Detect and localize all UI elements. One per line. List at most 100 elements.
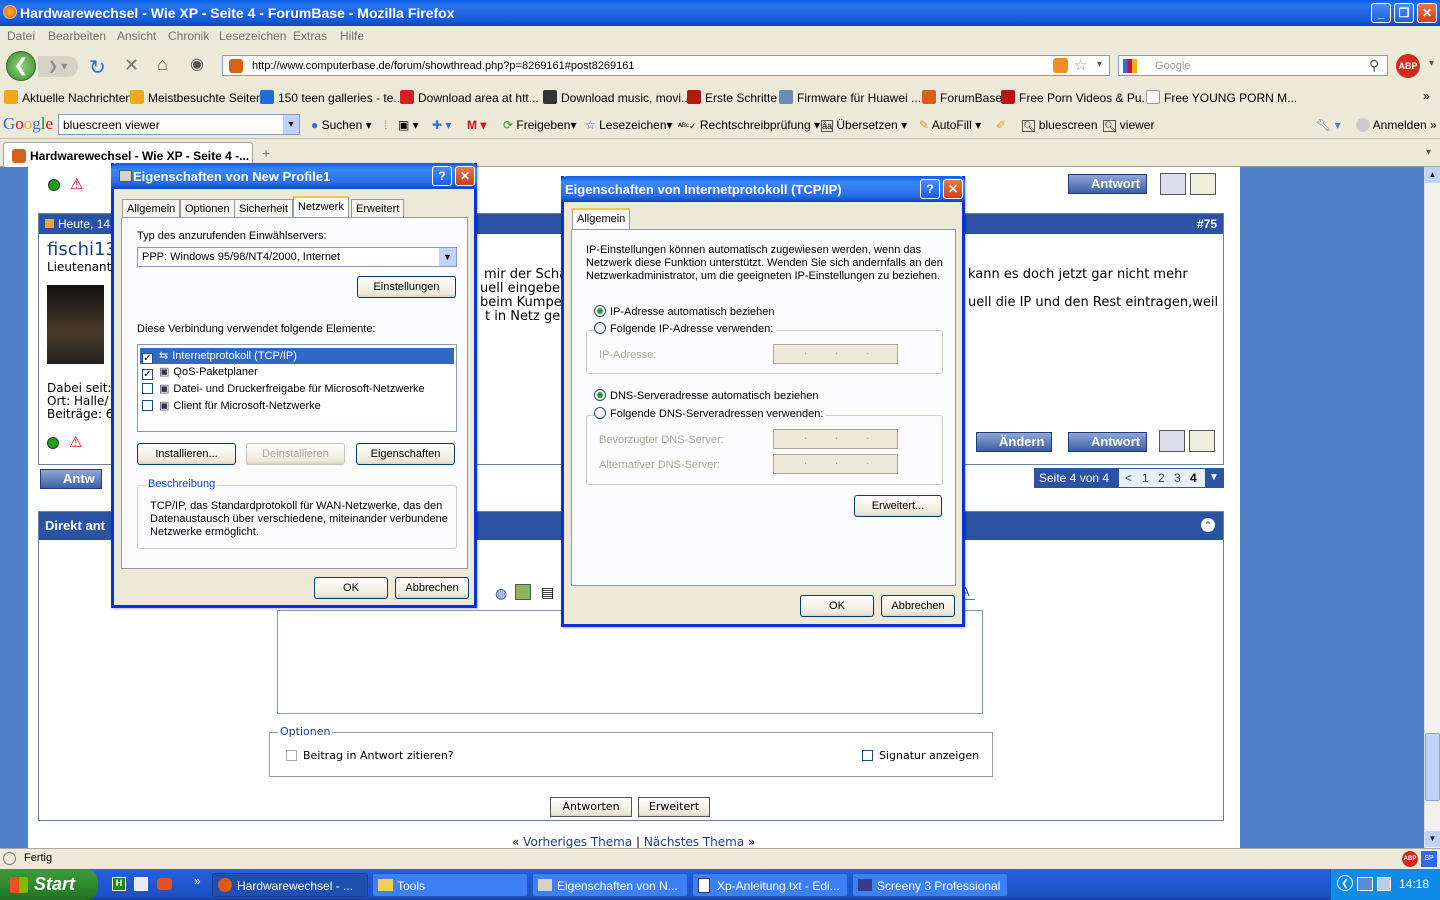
clock[interactable]: 14:18 — [1399, 877, 1429, 891]
help-button[interactable]: ? — [920, 179, 940, 199]
ok-button[interactable]: OK — [800, 595, 874, 617]
tab-sicherheit[interactable]: Sicherheit — [234, 199, 293, 217]
anmelden-button[interactable]: Anmelden — [1356, 118, 1427, 132]
page-link-4[interactable]: 4 — [1190, 471, 1197, 485]
ip-manual-radio[interactable]: Folgende IP-Adresse verwenden: — [594, 322, 777, 335]
translate-button[interactable]: åa Übersetzen ▾ — [821, 118, 907, 132]
dns-auto-radio[interactable]: DNS-Serveradresse automatisch beziehen — [594, 389, 819, 402]
post-number[interactable]: #75 — [1197, 217, 1217, 231]
erweitert-button[interactable]: Erweitert... — [854, 495, 942, 517]
installieren-button[interactable]: Installieren... — [137, 443, 236, 465]
rss-icon[interactable] — [1053, 58, 1068, 73]
bookmark-item[interactable]: Erste Schritte — [687, 90, 777, 105]
cancel-button[interactable]: Abbrechen — [881, 595, 955, 617]
antwort-button[interactable]: Antwort — [1068, 432, 1148, 452]
scroll-down-icon[interactable]: ▼ — [1425, 831, 1440, 847]
highlighter-icon[interactable]: ✐ — [996, 118, 1006, 132]
list-item[interactable]: ▣ Datei- und Druckerfreigabe für Microsof… — [140, 382, 425, 395]
google-search-field[interactable]: bluescreen viewer ▾ — [58, 114, 300, 135]
bookmark-item[interactable]: Firmware für Huawei ... — [779, 90, 921, 105]
back-button[interactable]: ❮ — [6, 51, 36, 81]
menu-ansicht[interactable]: Ansicht — [117, 29, 156, 43]
page-link-3[interactable]: 3 — [1174, 471, 1181, 485]
spellcheck-button[interactable]: ᴬᴮᶜ✓ Rechtschreibprüfung ▾ — [678, 118, 820, 132]
adblock-status-icon[interactable]: ABP — [1402, 851, 1418, 867]
bookmark-item[interactable]: Meistbesuchte Seiten — [130, 90, 263, 105]
google-engine-icon[interactable] — [1123, 59, 1137, 73]
reload-icon[interactable]: ↻ — [89, 55, 106, 80]
close-button[interactable]: ✕ — [1417, 3, 1437, 23]
tray-expand-icon[interactable]: ❮ — [1337, 875, 1353, 891]
insert-image-icon[interactable] — [515, 584, 531, 600]
dns-manual-radio[interactable]: Folgende DNS-Serveradressen verwenden: — [594, 407, 827, 420]
multiquote-icon[interactable] — [1190, 173, 1216, 195]
more-bookmarks-icon[interactable]: » — [1423, 89, 1430, 103]
server-type-select[interactable]: PPP: Windows 95/98/NT4/2000, Internet ▼ — [137, 247, 457, 267]
adblock-dropdown-icon[interactable]: ▾ — [1429, 58, 1434, 69]
wrench-icon[interactable]: 🔧︎ ▾ — [1316, 118, 1341, 132]
taskbar-item-screeny[interactable]: Screeny 3 Professional — [852, 873, 1008, 897]
gmail-icon[interactable]: M ▾ — [467, 118, 486, 132]
forward-button[interactable]: ❯ ▾ — [38, 56, 78, 77]
spellcheck-status-icon[interactable]: SP — [1421, 851, 1437, 867]
autofill-button[interactable]: ✎ AutoFill ▾ — [919, 118, 981, 132]
new-tab-icon[interactable]: + — [262, 145, 270, 161]
network-tray-icon[interactable] — [1357, 877, 1373, 891]
page-link-2[interactable]: 2 — [1158, 471, 1165, 485]
prev-page-link[interactable]: < — [1125, 471, 1132, 485]
minimize-button[interactable]: _ — [1371, 3, 1391, 23]
dialog-titlebar[interactable]: Eigenschaften von Internetprotokoll (TCP… — [561, 176, 965, 202]
quicklaunch-more-icon[interactable]: » — [194, 874, 201, 888]
maximize-button[interactable]: ❐ — [1394, 3, 1414, 23]
lesezeichen-button[interactable]: ☆ Lesezeichen▾ — [585, 118, 673, 132]
einstellungen-button[interactable]: Einstellungen — [357, 276, 456, 298]
scroll-thumb[interactable] — [1425, 733, 1440, 801]
term-bluescreen-button[interactable]: 🔍︎ bluescreen — [1022, 118, 1098, 132]
bookmark-item[interactable]: Aktuelle Nachrichten — [4, 90, 132, 105]
search-icon[interactable]: ⚲ — [1369, 57, 1379, 74]
cancel-button[interactable]: Abbrechen — [395, 577, 469, 599]
page-menu-icon[interactable]: ▼ — [1205, 469, 1223, 487]
deinstallieren-button[interactable]: Deinstallieren — [246, 443, 345, 465]
tab-allgemein[interactable]: Allgemein — [572, 208, 631, 230]
more-toolbar-icon[interactable]: » — [1430, 118, 1437, 132]
start-button[interactable]: Start — [0, 869, 98, 900]
bookmark-item[interactable]: Download area at htt... — [400, 90, 539, 105]
menu-datei[interactable]: Datei — [7, 29, 35, 43]
url-bar[interactable]: http://www.computerbase.de/forum/showthr… — [222, 55, 1110, 76]
dialog-titlebar[interactable]: Eigenschaften von New Profile1 ? ✕ — [111, 163, 477, 189]
previous-thread-link[interactable]: Vorheriges Thema — [523, 835, 632, 849]
erweitert-button[interactable]: Erweitert — [638, 797, 710, 817]
taskbar-item-editor[interactable]: Xp-Anleitung.txt - Edi... — [692, 873, 848, 897]
tab-allgemein[interactable]: Allgemein — [122, 199, 181, 217]
quote-icon[interactable] — [1160, 173, 1186, 195]
dns-alternate-field[interactable]: ... — [773, 454, 898, 474]
bookmark-star-icon[interactable]: ☆ — [1074, 56, 1087, 74]
chat-icon[interactable]: ◉ — [190, 54, 204, 74]
next-thread-link[interactable]: Nächstes Thema — [644, 835, 744, 849]
page-link-1[interactable]: 1 — [1142, 471, 1149, 485]
home-icon[interactable]: ⌂ — [157, 54, 168, 75]
bookmark-item[interactable]: Download music, movi... — [543, 90, 691, 105]
page-scrollbar[interactable]: ▲ ▼ — [1424, 167, 1440, 848]
menu-hilfe[interactable]: Hilfe — [340, 29, 364, 43]
adblock-icon[interactable]: ABP — [1396, 54, 1420, 78]
list-item[interactable]: ✓ ⇆ Internetprotokoll (TCP/IP) — [140, 348, 454, 364]
report-icon[interactable]: ⚠ — [69, 433, 82, 451]
report-icon[interactable]: ⚠ — [70, 175, 83, 193]
google-suchen-button[interactable]: ● Suchen ▾ — [311, 118, 372, 132]
plus-icon[interactable]: ✚ ▾ — [432, 118, 451, 132]
tab-netzwerk[interactable]: Netzwerk — [293, 196, 349, 218]
quicklaunch-icon[interactable] — [134, 877, 148, 891]
list-item[interactable]: ▣ Client für Microsoft-Netzwerke — [140, 399, 321, 412]
elements-list[interactable]: ✓ ⇆ Internetprotokoll (TCP/IP) ✓ ▣ QoS-Paket… — [137, 344, 457, 432]
quicklaunch-icon[interactable] — [157, 878, 172, 890]
signature-checkbox[interactable]: Signatur anzeigen — [862, 749, 979, 762]
collapse-icon[interactable]: ⌃ — [1201, 518, 1215, 532]
help-button[interactable]: ? — [432, 166, 452, 186]
antworten-submit-button[interactable]: Antworten — [550, 797, 632, 817]
antwort-button[interactable]: Antwort — [1068, 174, 1148, 194]
menu-bearbeiten[interactable]: Bearbeiten — [48, 29, 106, 43]
username-link[interactable]: fischi13 — [47, 239, 117, 260]
list-item[interactable]: ✓ ▣ QoS-Paketplaner — [140, 365, 258, 380]
